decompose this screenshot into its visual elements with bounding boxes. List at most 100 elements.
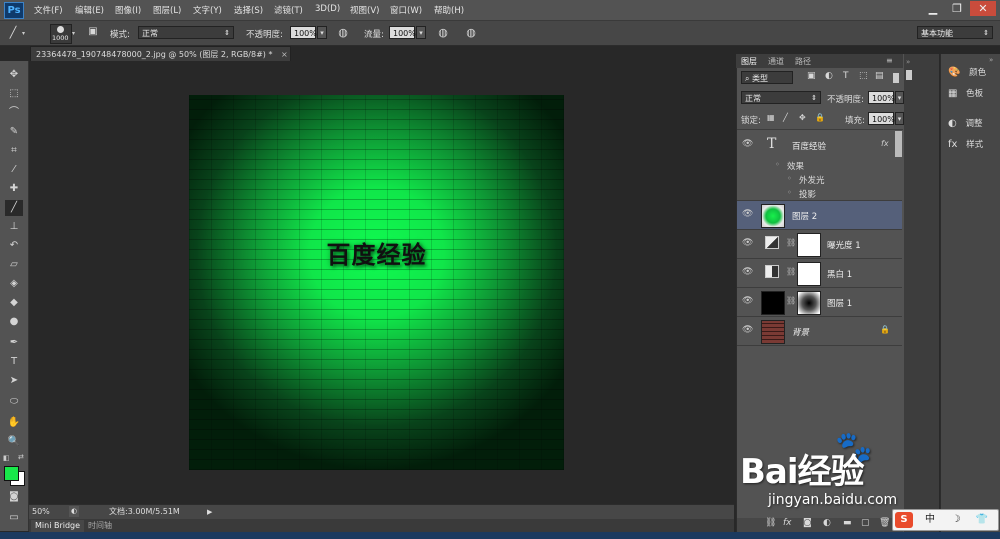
menu-help[interactable]: 帮助(H) [434,4,464,16]
healing-brush-tool-icon[interactable]: ✚ [5,181,23,197]
effects-group-row[interactable]: ◦ 效果 [737,159,902,173]
workspace-select[interactable]: 基本功能 ⇕ [917,26,993,39]
lock-transparent-icon[interactable]: ▦ [767,113,775,122]
link-icon[interactable]: ⛓ [786,238,796,247]
lasso-tool-icon[interactable]: ⌒ [5,105,23,121]
quick-select-tool-icon[interactable]: ✎ [5,124,23,140]
panel-menu-icon[interactable]: ≡ [886,56,893,65]
clone-stamp-tool-icon[interactable]: ⊥ [5,219,23,235]
filter-kind-select[interactable]: ⌕ 类型 [741,71,793,84]
ime-mode-chinese[interactable]: 中 [921,512,939,528]
opacity-input[interactable]: 100% [290,26,317,39]
layer-row-layer1[interactable]: 👁 ⛓ 图层 1 [737,288,902,317]
layer-row-black-white[interactable]: 👁 ⛓ 黑白 1 [737,259,902,288]
menu-layer[interactable]: 图层(L) [153,4,181,16]
document-canvas[interactable]: 百度经验 [189,95,564,470]
paint-bucket-tool-icon[interactable]: ◈ [5,276,23,292]
effect-eye-icon[interactable]: ◦ [787,174,792,183]
lock-position-icon[interactable]: ✥ [799,113,806,122]
menu-edit[interactable]: 编辑(E) [75,4,104,16]
tool-preset-arrow-icon[interactable]: ▾ [22,30,25,37]
layer-mask-thumbnail[interactable] [797,262,821,286]
swap-colors-icon[interactable]: ⇄ [18,453,24,461]
eraser-tool-icon[interactable]: ▱ [5,257,23,273]
tab-paths[interactable]: 路径 [795,56,811,67]
layer-name[interactable]: 图层 2 [792,210,817,222]
menu-3d[interactable]: 3D(D) [315,4,340,14]
tab-mini-bridge[interactable]: Mini Bridge [31,520,85,532]
path-select-tool-icon[interactable]: ➤ [5,373,23,389]
fill-dropdown[interactable]: ▾ [895,112,904,125]
lock-all-icon[interactable]: 🔒 [815,113,825,122]
flow-dropdown[interactable]: ▾ [416,26,426,39]
filter-smart-object-icon[interactable]: ▤ [875,71,884,81]
screen-mode-icon[interactable]: ▭ [5,510,23,526]
pressure-size-icon[interactable]: ◍ [464,26,478,39]
type-tool-icon[interactable]: T [5,354,23,370]
visibility-eye-icon[interactable]: 👁 [742,267,753,277]
pressure-opacity-icon[interactable]: ◍ [336,26,350,39]
layer-scrollbar[interactable] [895,131,902,157]
new-adjustment-icon[interactable]: ◐ [823,518,831,528]
skin-icon[interactable]: 👕 [973,512,991,528]
menu-filter[interactable]: 滤镜(T) [274,4,303,16]
brush-preset-picker[interactable]: 1000 [50,24,72,44]
link-icon[interactable]: ⛓ [786,296,796,305]
link-layers-icon[interactable]: ⛓ [765,518,776,528]
filter-type-icon[interactable]: T [843,71,849,81]
layer-name[interactable]: 背景 [792,326,809,338]
fill-input[interactable]: 100% [868,112,895,125]
default-colors-icon[interactable]: ◧ [3,454,10,462]
dodge-tool-icon[interactable]: ● [5,314,23,330]
pen-tool-icon[interactable]: ✒ [5,335,23,351]
layer-row-exposure[interactable]: 👁 ⛓ 曝光度 1 [737,230,902,259]
brush-panel-toggle-icon[interactable]: ▣ [86,26,100,37]
layer-row-text[interactable]: 👁 T 百度经验 fx [737,131,902,159]
zoom-tool-icon[interactable]: 🔍 [5,434,23,450]
blur-tool-icon[interactable]: ◆ [5,295,23,311]
layer-row-layer2[interactable]: 👁 图层 2 [737,201,902,230]
delete-layer-icon[interactable]: 🗑 [879,518,890,528]
dock-item-styles[interactable]: fx 样式 [948,138,983,150]
layer-name[interactable]: 图层 1 [827,297,852,309]
layer-mask-thumbnail[interactable] [797,233,821,257]
menu-view[interactable]: 视图(V) [350,4,379,16]
new-layer-icon[interactable]: ▢ [861,518,870,528]
visibility-eye-icon[interactable]: 👁 [742,139,753,149]
eyedropper-tool-icon[interactable]: ⁄ [5,162,23,178]
layer-name[interactable]: 百度经验 [792,140,826,152]
dock-item-swatches[interactable]: ▦ 色板 [948,87,983,99]
moon-icon[interactable]: ☽ [947,512,965,528]
layer-row-background[interactable]: 👁 背景 🔒 [737,317,902,346]
marquee-tool-icon[interactable]: ⬚ [5,86,23,102]
dock-item-adjustments[interactable]: ◐ 调整 [948,117,982,129]
opacity-dropdown[interactable]: ▾ [317,26,327,39]
hand-tool-icon[interactable]: ✋ [5,415,23,431]
effect-eye-icon[interactable]: ◦ [787,188,792,197]
filter-toggle[interactable] [893,73,899,83]
close-button[interactable]: ✕ [970,1,996,16]
sogou-icon[interactable]: S [895,512,913,528]
link-icon[interactable]: ⛓ [786,267,796,276]
layer-mask-thumbnail[interactable] [797,291,821,315]
layer-name[interactable]: 曝光度 1 [827,239,861,251]
brush-dropdown-icon[interactable]: ▾ [72,30,75,37]
status-icon[interactable]: ◐ [69,506,79,517]
visibility-eye-icon[interactable]: 👁 [742,238,753,248]
move-tool-icon[interactable]: ✥ [5,67,23,83]
add-style-icon[interactable]: fx [783,518,792,528]
menu-image[interactable]: 图像(I) [115,4,141,16]
visibility-eye-icon[interactable]: 👁 [742,296,753,306]
minimize-button[interactable]: ▁ [922,1,944,16]
brush-tool-icon[interactable]: ╱ [6,26,20,39]
scroll-handle[interactable] [906,70,912,80]
foreground-color-swatch[interactable] [4,466,19,481]
mode-select[interactable]: 正常 ⇕ [138,26,234,39]
effect-row-outer-glow[interactable]: ◦ 外发光 [737,173,902,187]
layer-opacity-dropdown[interactable]: ▾ [895,91,904,104]
new-group-icon[interactable]: ▬ [843,518,852,528]
collapse-arrows-icon[interactable]: » [906,58,910,66]
layer-name[interactable]: 黑白 1 [827,268,852,280]
filter-pixel-icon[interactable]: ▣ [807,71,816,81]
effect-eye-icon[interactable]: ◦ [775,160,780,169]
